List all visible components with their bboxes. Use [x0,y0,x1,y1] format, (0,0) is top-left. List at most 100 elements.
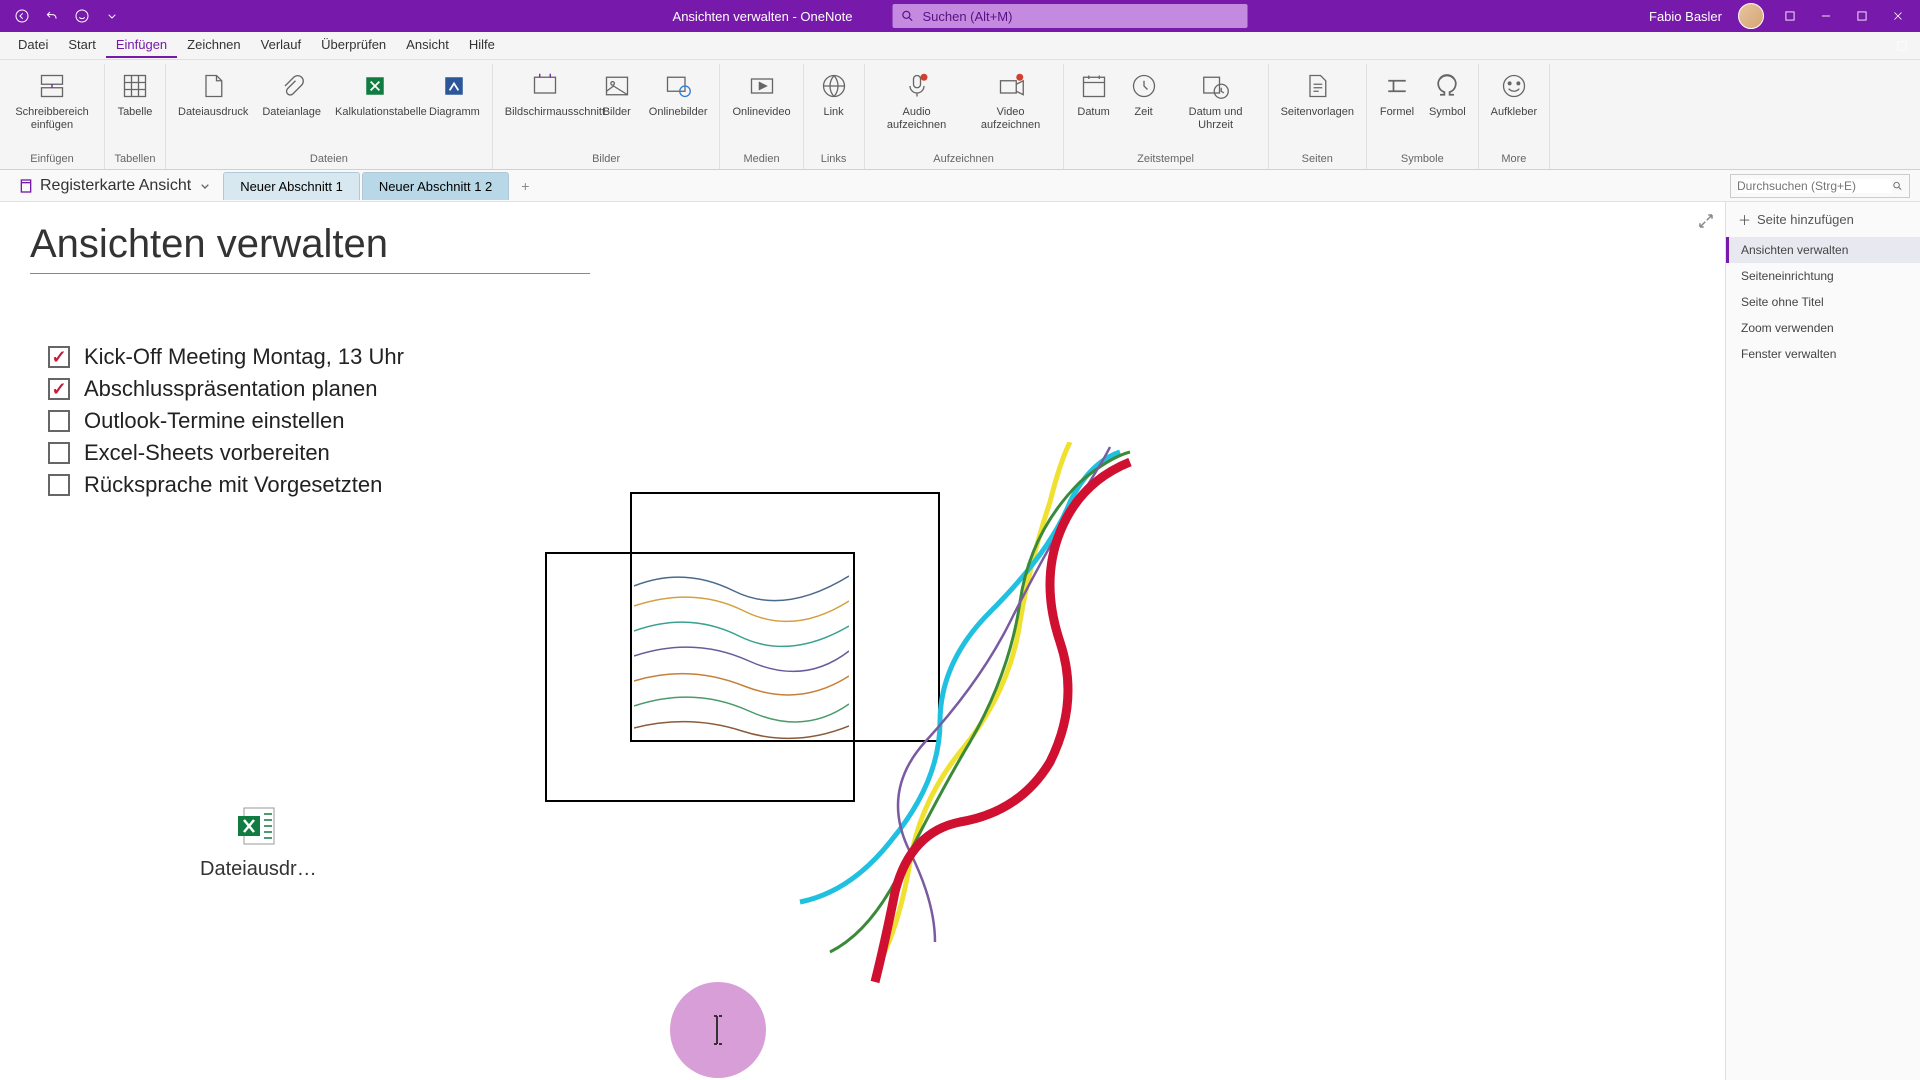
ribbon-group-bilder: BildschirmausschnittBilderOnlinebilderBi… [493,64,721,169]
ribbon-btn-attachment[interactable]: Dateianlage [256,64,327,151]
ribbon-btn-symbol[interactable]: Symbol [1423,64,1472,151]
ribbon-group-label: Medien [743,151,779,169]
ribbon-group-label: More [1501,151,1526,169]
checklist-item[interactable]: Abschlusspräsentation planen [48,376,1695,402]
ribbon-btn-spreadsheet[interactable]: Kalkulationstabelle [329,64,421,151]
ribbon-btn-video-rec[interactable]: Video aufzeichnen [965,64,1057,151]
app-title: Ansichten verwalten - OneNote [673,9,853,24]
search-input[interactable] [922,9,1239,24]
canvas[interactable]: Kick-Off Meeting Montag, 13 Uhr Abschluss… [0,202,1725,1080]
page-list-item[interactable]: Zoom verwenden [1726,315,1920,341]
ribbon-group-label: Tabellen [115,151,156,169]
add-page-button[interactable]: ＋ Seite hinzufügen [1726,202,1920,237]
close-icon[interactable] [1888,6,1908,26]
ribbon-group-symbole: FormelSymbolSymbole [1367,64,1479,169]
ribbon-btn-online-pictures[interactable]: Onlinebilder [643,64,714,151]
menu-item-datei[interactable]: Datei [8,33,58,58]
section-tab[interactable]: Neuer Abschnitt 1 2 [362,172,509,200]
spreadsheet-icon [357,68,393,104]
ribbon-btn-sticker[interactable]: Aufkleber [1485,64,1543,151]
menu-item-überprüfen[interactable]: Überprüfen [311,33,396,58]
checklist-label: Abschlusspräsentation planen [84,376,378,402]
page-list-item[interactable]: Seite ohne Titel [1726,289,1920,315]
ribbon-btn-datetime[interactable]: Datum und Uhrzeit [1170,64,1262,151]
ribbon-btn-label: Kalkulationstabelle [335,106,415,119]
maximize-icon[interactable] [1852,6,1872,26]
ribbon-btn-link[interactable]: Link [810,64,858,151]
ribbon-btn-templates[interactable]: Seitenvorlagen [1275,64,1360,151]
add-section-button[interactable]: + [511,174,539,198]
page-search[interactable] [1730,174,1910,198]
ribbon-group-label: Zeitstempel [1137,151,1194,169]
expand-icon[interactable] [1697,212,1715,235]
checkbox[interactable] [48,410,70,432]
ribbon-group-einfügen: Schreibbereich einfügenEinfügen [0,64,105,169]
ribbon-btn-date[interactable]: Datum [1070,64,1118,151]
ribbon-btn-equation[interactable]: Formel [1373,64,1421,151]
checkbox[interactable] [48,346,70,368]
ribbon-btn-label: Audio aufzeichnen [877,106,957,132]
notebook-selector[interactable]: Registerkarte Ansicht [8,177,223,195]
page-panel: ＋ Seite hinzufügen Ansichten verwaltenSe… [1725,202,1920,1080]
plus-icon: ＋ [1738,210,1751,229]
menu-item-hilfe[interactable]: Hilfe [459,33,505,58]
text-cursor-icon [704,1012,732,1048]
ribbon-btn-audio[interactable]: Audio aufzeichnen [871,64,963,151]
ribbon-group-links: LinkLinks [804,64,865,169]
ribbon-group-label: Dateien [310,151,348,169]
ribbon-group-seiten: SeitenvorlagenSeiten [1269,64,1367,169]
notebook-label: Registerkarte Ansicht [40,177,191,195]
back-icon[interactable] [12,6,32,26]
search-box[interactable] [892,4,1247,28]
ribbon-btn-screenshot[interactable]: Bildschirmausschnitt [499,64,591,151]
avatar[interactable] [1738,3,1764,29]
menubar: DateiStartEinfügenZeichnenVerlaufÜberprü… [0,32,1920,60]
ribbon-btn-label: Datum und Uhrzeit [1176,106,1256,132]
menu-item-start[interactable]: Start [58,33,105,58]
ribbon-btn-diagram[interactable]: Diagramm [423,64,486,151]
checkbox[interactable] [48,378,70,400]
page-list-item[interactable]: Fenster verwalten [1726,341,1920,367]
checkbox[interactable] [48,442,70,464]
table-icon [117,68,153,104]
symbol-icon [1429,68,1465,104]
undo-icon[interactable] [42,6,62,26]
menu-item-ansicht[interactable]: Ansicht [396,33,459,58]
checklist-item[interactable]: Kick-Off Meeting Montag, 13 Uhr [48,344,1695,370]
ribbon-btn-table[interactable]: Tabelle [111,64,159,151]
file-attachment[interactable]: Dateiausdr… [200,802,317,881]
share-icon[interactable] [1892,36,1912,56]
ribbon-btn-time[interactable]: Zeit [1120,64,1168,151]
section-tab[interactable]: Neuer Abschnitt 1 [223,172,360,200]
ribbon-group-label: Symbole [1401,151,1444,169]
ribbon-btn-file-printout[interactable]: Dateiausdruck [172,64,254,151]
menu-item-zeichnen[interactable]: Zeichnen [177,33,250,58]
ribbon-btn-label: Bildschirmausschnitt [505,106,585,119]
ribbon-btn-label: Datum [1077,106,1109,119]
emoji-icon[interactable] [72,6,92,26]
ribbon-btn-label: Video aufzeichnen [971,106,1051,132]
page-search-input[interactable] [1737,179,1892,193]
video-icon [744,68,780,104]
checklist-label: Outlook-Termine einstellen [84,408,344,434]
section-bar: Registerkarte Ansicht Neuer Abschnitt 1N… [0,170,1920,202]
checkbox[interactable] [48,474,70,496]
menu-item-verlauf[interactable]: Verlauf [251,33,311,58]
page-list-item[interactable]: Seiteneinrichtung [1726,263,1920,289]
search-icon [1892,179,1903,193]
ribbon-group-label: Links [821,151,847,169]
page-title[interactable] [30,222,590,274]
checklist-item[interactable]: Outlook-Termine einstellen [48,408,1695,434]
ribbon-btn-label: Zeit [1134,106,1152,119]
ribbon-mode-icon[interactable] [1780,6,1800,26]
ribbon-btn-insert-space[interactable]: Schreibbereich einfügen [6,64,98,151]
dropdown-icon[interactable] [102,6,122,26]
ribbon-btn-video[interactable]: Onlinevideo [726,64,796,151]
minimize-icon[interactable] [1816,6,1836,26]
online-pictures-icon [660,68,696,104]
ribbon-btn-pictures[interactable]: Bilder [593,64,641,151]
ribbon-group-zeitstempel: Datum Zeit Datum und Uhrzeit Zeitstempel [1064,64,1269,169]
titlebar-left [0,6,122,26]
page-list-item[interactable]: Ansichten verwalten [1726,237,1920,263]
menu-item-einfügen[interactable]: Einfügen [106,33,177,58]
